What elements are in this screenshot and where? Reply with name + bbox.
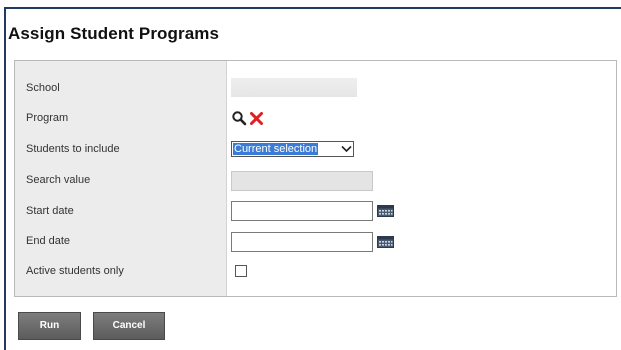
search-value-input[interactable] — [231, 171, 373, 191]
start-date-input[interactable] — [231, 201, 373, 221]
active-students-only-checkbox[interactable] — [235, 265, 247, 277]
active-students-only-label: Active students only — [26, 265, 124, 277]
program-picker — [231, 110, 263, 126]
students-to-include-select[interactable]: Current selection — [231, 141, 354, 157]
calendar-icon[interactable] — [377, 205, 394, 217]
school-label: School — [26, 82, 60, 94]
chevron-down-icon[interactable] — [339, 142, 353, 156]
dialog-title: Assign Student Programs — [8, 24, 220, 43]
program-label: Program — [26, 112, 69, 124]
close-icon[interactable] — [250, 111, 263, 125]
students-to-include-selected-value: Current selection — [233, 143, 319, 155]
cancel-button[interactable]: Cancel — [93, 312, 165, 340]
label-column: School Program Students to include Searc… — [15, 61, 227, 296]
run-button[interactable]: Run — [18, 312, 81, 340]
end-date-input[interactable] — [231, 232, 373, 252]
search-icon[interactable] — [231, 110, 247, 126]
calendar-icon[interactable] — [377, 236, 394, 248]
form-panel: School Program Students to include Searc… — [14, 60, 617, 297]
students-to-include-label: Students to include — [26, 143, 120, 155]
start-date-label: Start date — [26, 205, 74, 217]
school-value-field — [231, 78, 357, 97]
end-date-label: End date — [26, 235, 71, 247]
search-value-label: Search value — [26, 174, 91, 186]
